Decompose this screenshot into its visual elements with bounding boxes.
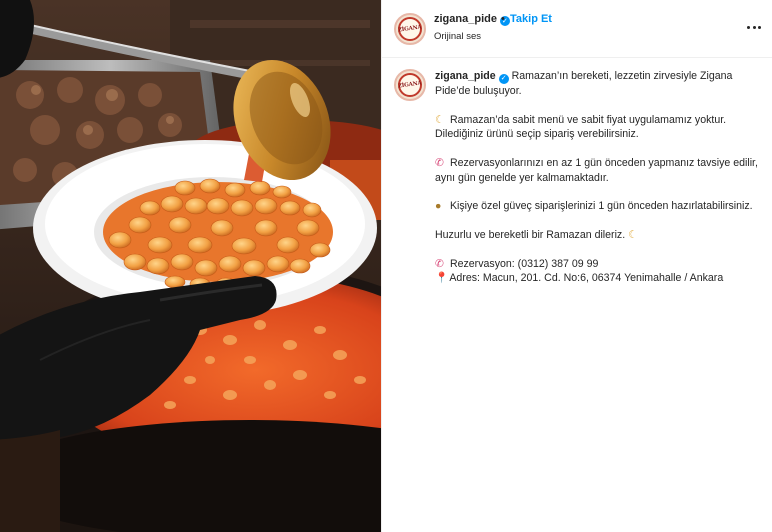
caption-line: ✆ Rezervasyonlarınızı en az 1 gün öncede… <box>435 156 765 185</box>
caption-text: zigana_pide ✓ Ramazan’ın bereketi, lezzet… <box>435 69 765 286</box>
crescent-moon-icon: ☾ <box>435 114 445 126</box>
username-link[interactable]: zigana_pide ✓ <box>434 13 510 26</box>
address-text: Adres: Macun, 201. Cd. No:6, 06374 Yenim… <box>449 272 724 285</box>
instagram-post: ZİGANA zigana_pide ✓ • Takip Et Orijinal … <box>0 0 772 532</box>
more-options-icon[interactable] <box>744 19 764 35</box>
logo-text: ZİGANA <box>397 80 423 90</box>
avatar[interactable]: ZİGANA <box>394 13 426 45</box>
phone-icon: ✆ <box>435 157 444 170</box>
caption-username-link[interactable]: zigana_pide ✓ <box>435 70 509 85</box>
zigana-logo: ZİGANA <box>398 73 422 97</box>
zigana-logo: ZİGANA <box>398 17 422 41</box>
caption-closing: Huzurlu ve bereketli bir Ramazan dileriz… <box>435 228 765 242</box>
caption-line-text: Ramazan’da sabit menü ve sabit fiyat uyg… <box>435 114 727 141</box>
caption-line-text: Kişiye özel güveç siparişlerinizi 1 gün … <box>449 200 753 213</box>
post-side-panel: ZİGANA zigana_pide ✓ • Takip Et Orijinal … <box>381 0 772 532</box>
verified-badge-icon: ✓ <box>498 74 509 85</box>
phone-icon: ✆ <box>435 258 444 270</box>
food-photo <box>0 0 381 532</box>
follow-button[interactable]: Takip Et <box>510 13 552 25</box>
caption-intro: zigana_pide ✓ Ramazan’ın bereketi, lezzet… <box>435 69 765 99</box>
post-header: ZİGANA zigana_pide ✓ • Takip Et Orijinal … <box>382 0 772 58</box>
crescent-moon-icon: ☾ <box>628 229 638 242</box>
caption-closing-text: Huzurlu ve bereketli bir Ramazan dileriz… <box>435 229 626 242</box>
logo-text: ZİGANA <box>397 24 423 34</box>
reservation-text: Rezervasyon: (0312) 387 09 99 <box>449 258 599 270</box>
username-text: zigana_pide <box>434 13 497 25</box>
caption-reservation: ✆ Rezervasyon: (0312) 387 09 99 <box>435 257 765 271</box>
map-pin-icon: 📍 <box>435 272 449 285</box>
caption-line-text: Rezervasyonlarınızı en az 1 gün önceden … <box>435 157 758 184</box>
audio-label[interactable]: Orijinal ses <box>434 31 481 42</box>
separator-dot: • <box>501 13 505 25</box>
caption-line: ☾ Ramazan’da sabit menü ve sabit fiyat u… <box>435 113 765 142</box>
post-media[interactable] <box>0 0 381 532</box>
clay-pot-icon: ● <box>435 200 442 213</box>
caption-address: 📍 Adres: Macun, 201. Cd. No:6, 06374 Yen… <box>435 271 765 285</box>
caption-username: zigana_pide <box>435 70 496 82</box>
caption-avatar[interactable]: ZİGANA <box>394 69 426 101</box>
caption-line: ● Kişiye özel güveç siparişlerinizi 1 gü… <box>435 199 765 213</box>
